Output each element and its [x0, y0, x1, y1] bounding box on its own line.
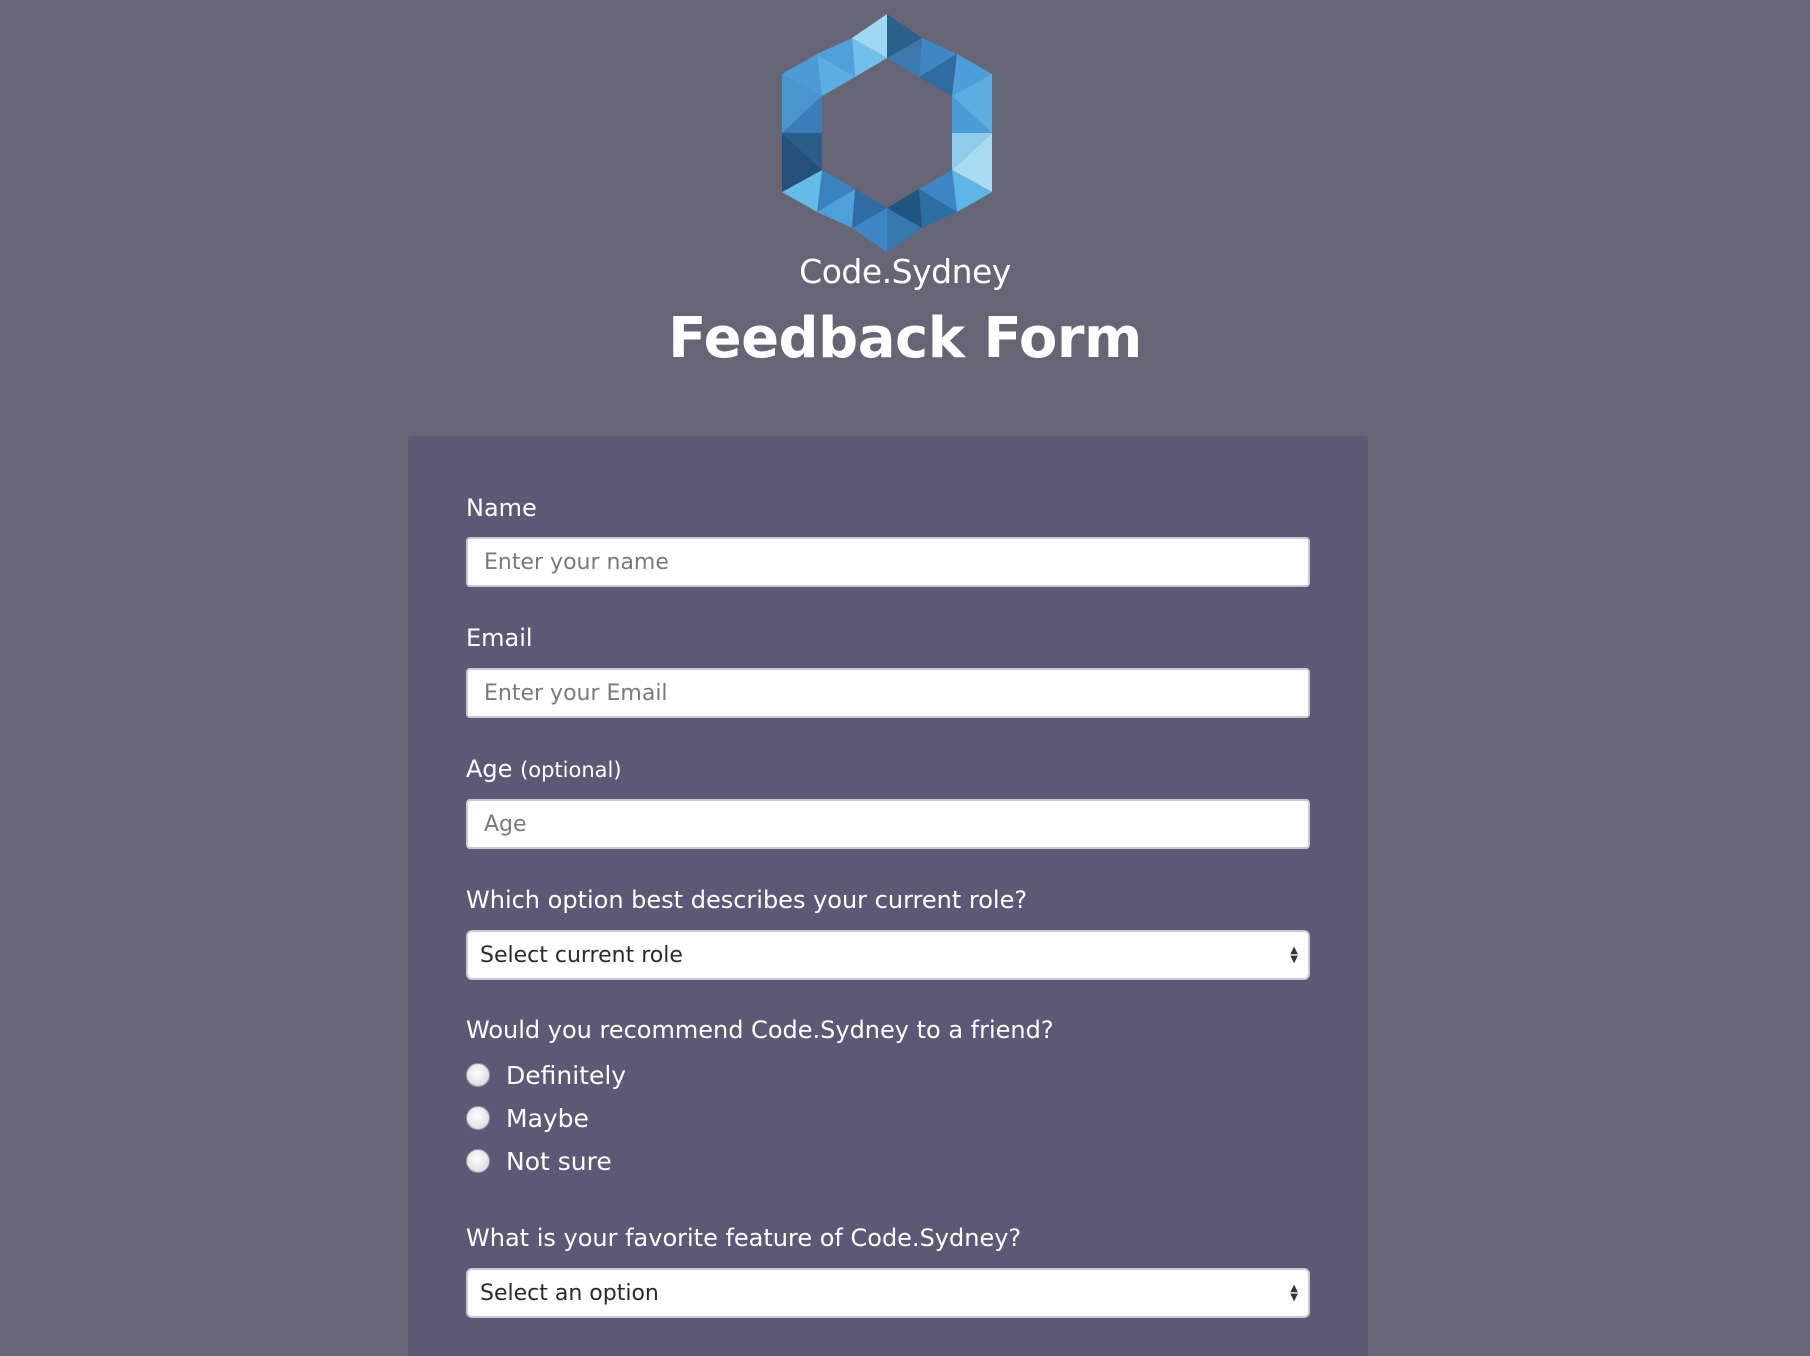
- email-label: Email: [466, 624, 533, 652]
- radio-option-definitely[interactable]: Definitely: [466, 1058, 626, 1092]
- feature-label: What is your favorite feature of Code.Sy…: [466, 1224, 1022, 1252]
- radio-label: Definitely: [506, 1060, 627, 1090]
- recommend-label: Would you recommend Code.Sydney to a fri…: [466, 1016, 1054, 1044]
- age-label: Age (optional): [466, 755, 622, 783]
- feature-select[interactable]: Select an option ▲ ▼: [466, 1268, 1310, 1318]
- email-input[interactable]: [466, 668, 1310, 718]
- radio-option-maybe[interactable]: Maybe: [466, 1101, 589, 1135]
- name-input[interactable]: [466, 537, 1310, 587]
- optional-note: (optional): [520, 758, 622, 782]
- age-input[interactable]: [466, 799, 1310, 849]
- page-title: Feedback Form: [668, 306, 1142, 371]
- radio-button[interactable]: [466, 1106, 490, 1130]
- role-select[interactable]: Select current role ▲ ▼: [466, 930, 1310, 980]
- radio-label: Maybe: [506, 1103, 589, 1133]
- role-select-value: Select current role: [480, 942, 683, 968]
- select-arrows-icon: ▲ ▼: [1290, 1283, 1298, 1303]
- radio-button[interactable]: [466, 1149, 490, 1173]
- feature-select-value: Select an option: [480, 1280, 659, 1306]
- select-arrows-icon: ▲ ▼: [1290, 945, 1298, 965]
- hexagon-logo-icon: [782, 14, 992, 252]
- page: Code.Sydney Feedback Form Name Email Age…: [0, 0, 1810, 1356]
- feedback-form: Name Email Age (optional) Which option b…: [408, 436, 1368, 1356]
- role-label: Which option best describes your current…: [466, 886, 1028, 914]
- radio-option-not-sure[interactable]: Not sure: [466, 1144, 612, 1178]
- age-label-text: Age: [466, 755, 513, 783]
- radio-label: Not sure: [506, 1146, 612, 1176]
- radio-button[interactable]: [466, 1063, 490, 1087]
- brand-name: Code.Sydney: [799, 252, 1011, 291]
- name-label: Name: [466, 494, 537, 522]
